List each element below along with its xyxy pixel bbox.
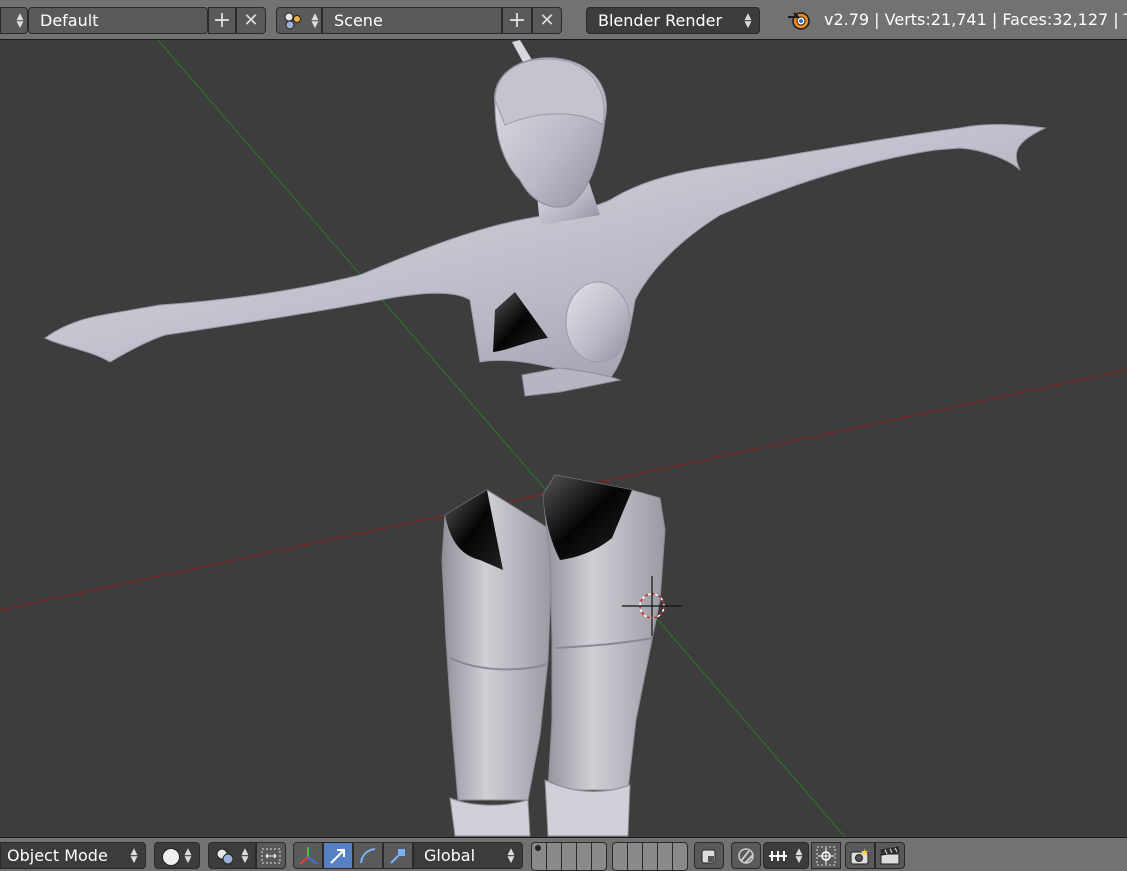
rotate-manipulator-button[interactable] bbox=[353, 842, 383, 869]
magnet-icon bbox=[738, 847, 754, 864]
manipulator-toggle-button[interactable] bbox=[293, 842, 323, 869]
transform-orientation-dropdown[interactable]: Global ▲ ▼ bbox=[413, 842, 523, 869]
move-arrow-icon bbox=[330, 848, 345, 864]
plus-icon: + bbox=[212, 7, 232, 33]
mesh-chest bbox=[565, 281, 631, 363]
scene-browse-button[interactable]: ▲ ▼ bbox=[276, 7, 322, 34]
viewport-header: Object Mode ▲ ▼ ▲ ▼ ▲ ▼ Global ▲ ▼ ▲ ▼ bbox=[0, 837, 1127, 871]
mode-dropdown[interactable]: Object Mode ▲ ▼ bbox=[0, 842, 146, 869]
pivot-point-dropdown[interactable]: ▲ ▼ bbox=[208, 842, 256, 869]
transform-orientation-label: Global bbox=[424, 846, 476, 865]
translate-manipulator-button[interactable] bbox=[323, 842, 353, 869]
plus-icon: + bbox=[507, 7, 527, 33]
layer-buttons-group-2[interactable] bbox=[612, 842, 688, 871]
scene-statistics: v2.79 | Verts:21,741 | Faces:32,127 | T bbox=[824, 10, 1127, 29]
transform-axes-icon bbox=[299, 846, 318, 865]
add-screen-button[interactable]: + bbox=[208, 7, 236, 34]
viewport-scene bbox=[0, 40, 1127, 837]
snap-element-dropdown[interactable]: ▲ ▼ bbox=[763, 842, 809, 869]
mode-label: Object Mode bbox=[7, 846, 108, 865]
proportional-editing-button[interactable] bbox=[731, 842, 761, 869]
render-engine-dropdown[interactable]: Blender Render ▲ ▼ bbox=[586, 7, 760, 34]
3d-viewport[interactable] bbox=[0, 40, 1127, 837]
info-header: ▲ ▼ Default + ✕ ▲ ▼ Scene + ✕ Blender Rend… bbox=[0, 0, 1127, 40]
x-icon: ✕ bbox=[539, 10, 555, 31]
screen-layout-field[interactable]: Default bbox=[28, 7, 208, 34]
opengl-render-animation-button[interactable] bbox=[875, 842, 905, 869]
manipulate-center-button[interactable] bbox=[256, 842, 286, 869]
remove-scene-button[interactable]: ✕ bbox=[532, 7, 562, 34]
scene-name: Scene bbox=[334, 11, 383, 30]
mesh-left-boot bbox=[449, 797, 531, 837]
screen-layout-icon-button[interactable]: ▲ ▼ bbox=[0, 7, 28, 34]
scale-manipulator-button[interactable] bbox=[383, 842, 413, 869]
active-layer-dot bbox=[535, 845, 541, 851]
dotted-box-icon bbox=[261, 848, 281, 863]
snap-target-button[interactable] bbox=[811, 842, 841, 869]
snap-target-icon bbox=[816, 846, 836, 865]
pivot-median-icon bbox=[216, 848, 234, 865]
blender-logo-icon bbox=[788, 12, 810, 30]
scene-icon bbox=[284, 12, 301, 30]
opengl-render-button[interactable] bbox=[845, 842, 875, 869]
snap-increment-icon bbox=[769, 851, 787, 861]
layer-buttons-group-1[interactable] bbox=[531, 842, 607, 871]
remove-screen-button[interactable]: ✕ bbox=[236, 7, 266, 34]
solid-shading-icon bbox=[162, 848, 180, 866]
lock-camera-button[interactable] bbox=[694, 842, 724, 869]
clapperboard-icon bbox=[880, 845, 900, 864]
camera-icon bbox=[850, 847, 869, 864]
screen-layout-name: Default bbox=[40, 11, 99, 30]
x-icon: ✕ bbox=[243, 10, 259, 31]
viewport-shading-dropdown[interactable]: ▲ ▼ bbox=[154, 842, 200, 869]
rotate-arc-icon bbox=[360, 847, 376, 863]
render-engine-label: Blender Render bbox=[598, 11, 723, 30]
add-scene-button[interactable]: + bbox=[502, 7, 532, 34]
scale-icon bbox=[390, 848, 405, 864]
lock-layer-icon bbox=[701, 849, 716, 863]
scene-field[interactable]: Scene bbox=[322, 7, 502, 34]
